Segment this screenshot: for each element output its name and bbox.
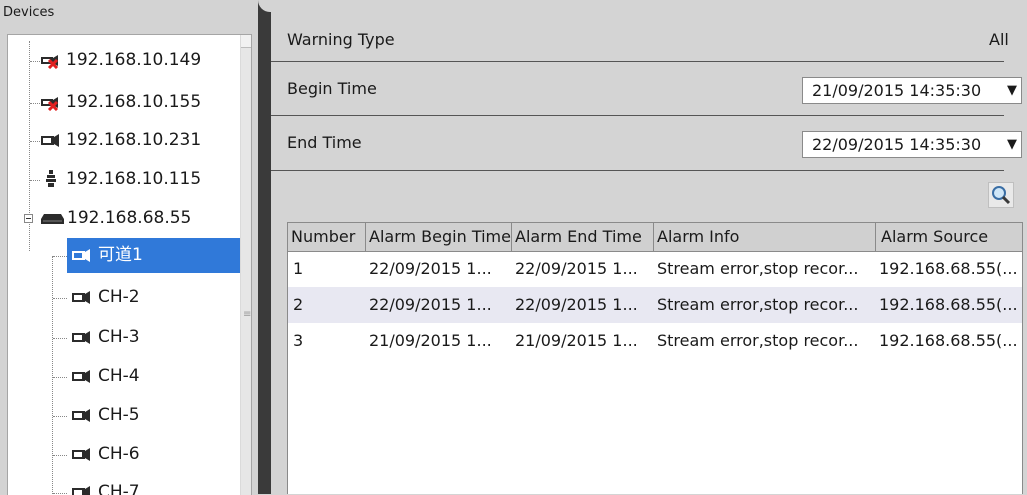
scrollbar-grip-icon: ≡ — [243, 309, 252, 320]
tree-scrollbar-thumb[interactable]: ≡ — [241, 47, 251, 495]
cell-begin-time: 22/09/2015 1... — [369, 259, 492, 278]
devices-panel-title: Devices — [0, 0, 262, 28]
dropdown-arrow-icon[interactable]: ▼ — [1007, 132, 1017, 157]
tree-item-ch-5[interactable]: CH-5 — [8, 398, 251, 432]
collapse-toggle-icon[interactable] — [24, 214, 33, 223]
cell-number: 2 — [293, 295, 304, 314]
camera-icon — [72, 291, 90, 304]
column-header-alarm-info[interactable]: Alarm Info — [654, 223, 876, 251]
cell-number: 1 — [293, 259, 304, 278]
tree-scrollbar[interactable]: ≡ — [240, 35, 251, 495]
cell-alarm-info: Stream error,stop recor... — [657, 331, 859, 350]
tree-item-ch-2[interactable]: CH-2 — [8, 280, 251, 314]
search-icon — [992, 186, 1011, 205]
tree-item-label: 192.168.68.55 — [67, 208, 192, 228]
begin-time-row: Begin Time 21/09/2015 14:35:30 ▼ — [287, 67, 1022, 111]
tree-item-label: CH-2 — [98, 287, 140, 307]
table-header: Number Alarm Begin Time Alarm End Time A… — [288, 223, 1022, 252]
end-time-label: End Time — [287, 133, 362, 152]
tree-item-label: 192.168.10.155 — [66, 92, 202, 112]
camera-icon — [41, 134, 59, 147]
camera-icon — [72, 331, 90, 344]
divider — [271, 61, 1004, 62]
cell-begin-time: 22/09/2015 1... — [369, 295, 492, 314]
dome-camera-icon — [46, 170, 56, 187]
dropdown-arrow-icon[interactable]: ▼ — [1007, 78, 1017, 103]
cell-number: 3 — [293, 331, 304, 350]
alarm-search-panel: Warning Type All ▾ Begin Time 21/09/2015… — [271, 0, 1027, 494]
cell-end-time: 22/09/2015 1... — [515, 259, 638, 278]
camera-icon — [72, 448, 90, 461]
device-tree[interactable]: 192.168.10.149 192.168.10.155 192.168.10… — [7, 34, 252, 495]
cell-end-time: 22/09/2015 1... — [515, 295, 638, 314]
divider — [271, 115, 1004, 116]
tree-item-label: CH-6 — [98, 444, 140, 464]
tree-item-192-168-10-115[interactable]: 192.168.10.115 — [8, 162, 251, 196]
tree-item-192-168-10-149[interactable]: 192.168.10.149 — [8, 43, 251, 77]
tree-item-ch-7[interactable]: CH-7 — [8, 475, 251, 495]
begin-time-value: 21/09/2015 14:35:30 — [812, 81, 982, 100]
tree-item-label: 192.168.10.149 — [66, 50, 202, 70]
table-row[interactable]: 3 21/09/2015 1... 21/09/2015 1... Stream… — [288, 323, 1022, 359]
column-header-number[interactable]: Number — [288, 223, 366, 251]
camera-icon — [72, 370, 90, 383]
cell-alarm-info: Stream error,stop recor... — [657, 295, 859, 314]
tree-item-192-168-10-231[interactable]: 192.168.10.231 — [8, 123, 251, 157]
end-time-value: 22/09/2015 14:35:30 — [812, 135, 982, 154]
camera-icon — [72, 409, 90, 422]
alarm-table[interactable]: Number Alarm Begin Time Alarm End Time A… — [287, 222, 1023, 494]
tree-item-192-168-68-55[interactable]: 192.168.68.55 — [8, 201, 251, 235]
cell-alarm-source: 192.168.68.55(... — [879, 259, 1018, 278]
column-header-alarm-begin-time[interactable]: Alarm Begin Time — [366, 223, 512, 251]
cell-end-time: 21/09/2015 1... — [515, 331, 638, 350]
camera-icon — [72, 249, 90, 262]
nvr-icon — [41, 214, 64, 224]
tree-item-channel-1[interactable]: 可道1 — [8, 238, 251, 273]
tree-item-label: 192.168.10.115 — [66, 169, 202, 189]
begin-time-label: Begin Time — [287, 79, 377, 98]
tree-item-label: 192.168.10.231 — [66, 130, 202, 150]
tree-item-label: CH-4 — [98, 366, 140, 386]
devices-panel: Devices 192.168.10.149 192.168.10.155 19… — [0, 0, 262, 495]
warning-type-row: Warning Type All ▾ — [287, 18, 1015, 93]
divider — [271, 170, 1004, 171]
panel-splitter[interactable] — [258, 0, 271, 494]
tree-item-192-168-10-155[interactable]: 192.168.10.155 — [8, 85, 251, 119]
search-button[interactable] — [988, 182, 1014, 208]
column-header-alarm-end-time[interactable]: Alarm End Time — [512, 223, 654, 251]
tree-item-label: 可道1 — [98, 245, 143, 265]
cell-alarm-info: Stream error,stop recor... — [657, 259, 859, 278]
table-row[interactable]: 2 22/09/2015 1... 22/09/2015 1... Stream… — [288, 287, 1022, 323]
cell-alarm-source: 192.168.68.55(... — [879, 331, 1018, 350]
cell-begin-time: 21/09/2015 1... — [369, 331, 492, 350]
tree-item-label: CH-7 — [98, 482, 140, 495]
end-time-picker[interactable]: 22/09/2015 14:35:30 ▼ — [802, 131, 1022, 158]
tree-item-label: CH-3 — [98, 327, 140, 347]
tree-item-ch-6[interactable]: CH-6 — [8, 437, 251, 471]
tree-item-ch-4[interactable]: CH-4 — [8, 359, 251, 393]
tree-item-ch-3[interactable]: CH-3 — [8, 320, 251, 354]
end-time-row: End Time 22/09/2015 14:35:30 ▼ — [287, 121, 1022, 165]
table-row[interactable]: 1 22/09/2015 1... 22/09/2015 1... Stream… — [288, 251, 1022, 287]
camera-offline-icon — [41, 55, 59, 69]
warning-type-label: Warning Type — [287, 30, 395, 49]
tree-item-label: CH-5 — [98, 405, 140, 425]
selection-highlight — [67, 238, 240, 273]
camera-offline-icon — [41, 97, 59, 111]
column-header-alarm-source[interactable]: Alarm Source — [876, 223, 1022, 251]
begin-time-picker[interactable]: 21/09/2015 14:35:30 ▼ — [802, 77, 1022, 104]
cell-alarm-source: 192.168.68.55(... — [879, 295, 1018, 314]
